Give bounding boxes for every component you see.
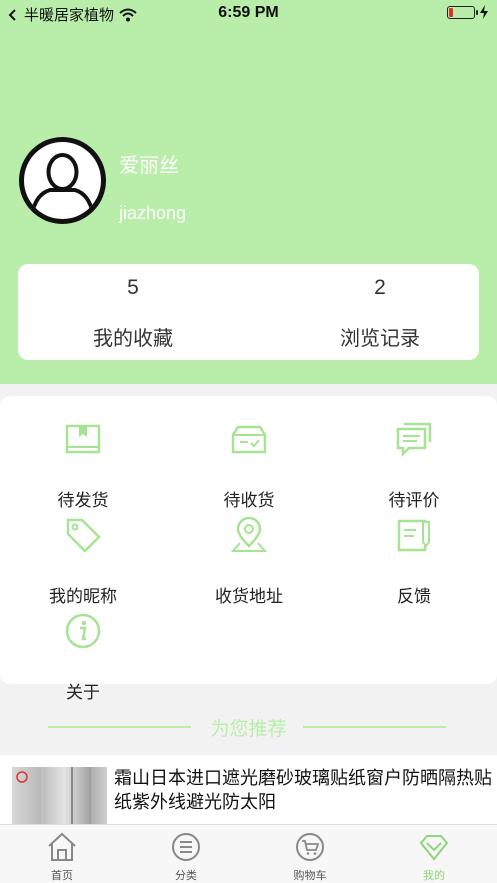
menu-label: 反馈 [397, 587, 431, 607]
menu-label: 待收货 [223, 491, 275, 511]
menu-shipping-address[interactable]: 收货地址 [166, 512, 332, 607]
recommend-header: 为您推荐 [0, 712, 497, 742]
favorites-label: 我的收藏 [93, 326, 173, 350]
avatar[interactable] [19, 137, 106, 224]
favorites-count: 5 [127, 276, 139, 299]
tab-label: 我的 [423, 869, 445, 882]
menu-label: 待发货 [57, 491, 109, 511]
order-menu-card: 待发货 待收货 待评价 我的昵称 收货地址 反馈 关于 [0, 396, 497, 703]
location-pin-icon [230, 516, 268, 552]
product-title: 霜山日本进口遮光磨砂玻璃贴纸窗户防晒隔热贴纸紫外线避光防太阳 [114, 768, 492, 813]
box-icon [65, 424, 101, 454]
tab-cart[interactable]: 购物车 [248, 825, 372, 883]
diamond-icon [419, 835, 449, 861]
product-item[interactable]: 霜山日本进口遮光磨砂玻璃贴纸窗户防晒隔热贴纸紫外线避光防太阳 [0, 755, 497, 825]
product-thumbnail [12, 767, 107, 825]
tab-home[interactable]: 首页 [0, 825, 124, 883]
stats-card: 5 我的收藏 2 浏览记录 [18, 264, 479, 360]
tab-category[interactable]: 分类 [124, 825, 248, 883]
cart-icon [296, 833, 324, 861]
divider-right [303, 726, 446, 728]
status-bar: 半暖居家植物 6:59 PM [0, 0, 497, 26]
charging-icon [480, 5, 488, 19]
list-icon [172, 833, 200, 861]
favorites-stat[interactable]: 5 我的收藏 [18, 264, 248, 360]
menu-feedback[interactable]: 反馈 [331, 512, 497, 607]
status-right [447, 5, 489, 19]
tab-label: 首页 [51, 869, 73, 882]
status-time: 6:59 PM [218, 4, 279, 21]
battery-icon [447, 5, 478, 19]
menu-pending-review[interactable]: 待评价 [331, 416, 497, 511]
menu-label: 收货地址 [215, 587, 283, 607]
menu-label: 待评价 [388, 491, 440, 511]
menu-nickname[interactable]: 我的昵称 [0, 512, 166, 607]
history-count: 2 [374, 276, 386, 299]
comment-icon [396, 422, 432, 458]
feedback-edit-icon [397, 519, 430, 552]
home-icon [48, 832, 76, 861]
tab-label: 购物车 [293, 869, 327, 882]
user-silhouette-icon [24, 142, 101, 219]
tab-mine[interactable]: 我的 [372, 825, 496, 883]
recommend-title: 为您推荐 [210, 718, 287, 740]
user-name: 爱丽丝 [119, 153, 179, 177]
menu-pending-receipt[interactable]: 待收货 [166, 416, 332, 511]
info-icon [65, 613, 101, 649]
tab-label: 分类 [175, 869, 197, 882]
menu-pending-shipment[interactable]: 待发货 [0, 416, 166, 511]
menu-about[interactable]: 关于 [0, 608, 166, 703]
tab-bar: 首页 分类 购物车 我的 [0, 824, 497, 883]
battery-level [449, 7, 453, 17]
tag-icon [66, 518, 101, 553]
history-label: 浏览记录 [340, 326, 420, 350]
menu-label: 关于 [66, 683, 100, 703]
inbox-check-icon [231, 425, 267, 454]
menu-label: 我的昵称 [49, 587, 117, 607]
user-username: jiazhong [119, 203, 187, 223]
history-stat[interactable]: 2 浏览记录 [265, 264, 495, 360]
